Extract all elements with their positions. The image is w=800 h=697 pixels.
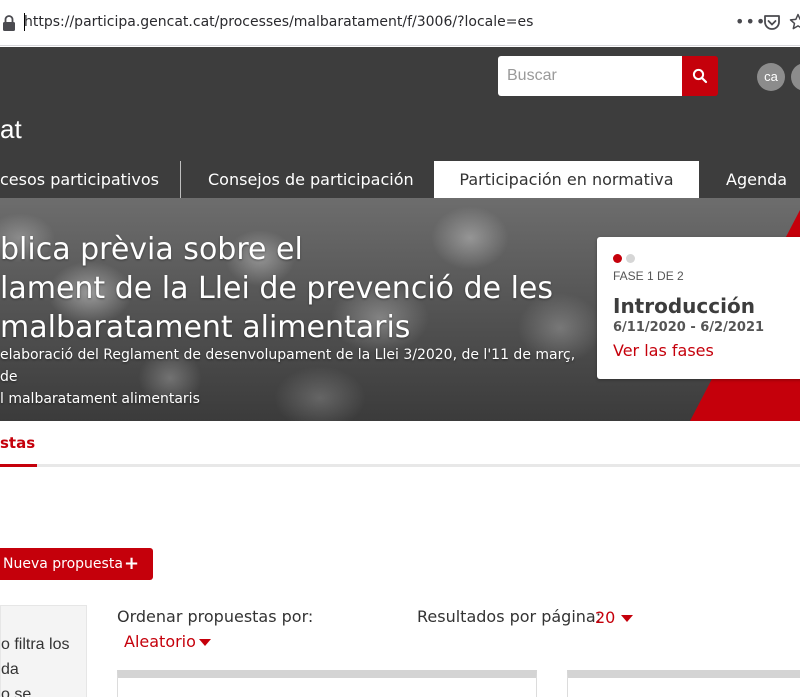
bookmark-star-icon[interactable] — [789, 13, 800, 31]
nav-item-agenda[interactable]: Agenda — [726, 161, 787, 198]
page-actions-icon[interactable]: ••• — [735, 12, 766, 31]
phase-counter: FASE 1 DE 2 — [613, 269, 684, 283]
phase-name: Introducción — [613, 294, 755, 318]
filter-help-text: o filtra los da o se — [1, 636, 70, 697]
nav-item-processes[interactable]: cesos participativos — [0, 161, 159, 198]
proposal-card[interactable] — [117, 670, 537, 697]
site-brand[interactable]: at — [0, 114, 22, 145]
per-page-select[interactable]: 20 — [595, 608, 615, 627]
main-nav: cesos participativos Consejos de partici… — [0, 161, 800, 198]
address-field[interactable]: https://participa.gencat.cat/processes/m… — [24, 14, 533, 30]
tab-proposals[interactable]: stas — [0, 434, 37, 467]
pocket-icon[interactable] — [763, 14, 781, 31]
per-page-label: Resultados por página: — [417, 607, 602, 626]
nav-divider — [180, 161, 181, 198]
language-ca-button[interactable]: ca — [757, 63, 785, 91]
process-tabs: stas — [0, 421, 800, 467]
search-button[interactable] — [682, 56, 718, 96]
phase-dot-inactive — [626, 254, 635, 263]
order-select[interactable]: Aleatorio — [124, 632, 196, 651]
phase-dates: 6/11/2020 - 6/2/2021 — [613, 320, 765, 335]
new-proposal-button[interactable]: Nueva propuesta + — [0, 548, 153, 580]
order-label: Ordenar propuestas por: — [117, 607, 314, 626]
plus-icon: + — [124, 553, 140, 574]
page-title: blica prèvia sobre el lament de la Llei … — [0, 232, 553, 345]
phase-card: FASE 1 DE 2 Introducción 6/11/2020 - 6/2… — [597, 237, 800, 379]
phase-dot-active — [613, 254, 622, 263]
search-input[interactable] — [498, 56, 682, 96]
per-page-chevron-down-icon[interactable] — [621, 615, 633, 622]
lock-icon — [3, 15, 15, 31]
search-icon — [692, 68, 708, 84]
proposal-card[interactable] — [567, 670, 800, 697]
page-description: elaboració del Reglament de desenvolupam… — [0, 347, 576, 407]
view-phases-link[interactable]: Ver las fases — [613, 341, 714, 360]
browser-url-bar: https://participa.gencat.cat/processes/m… — [0, 0, 800, 46]
nav-item-regulations[interactable]: Participación en normativa — [434, 161, 699, 198]
filter-panel: o filtra los da o se — [0, 605, 87, 697]
nav-item-councils[interactable]: Consejos de participación — [208, 161, 414, 198]
new-proposal-label: Nueva propuesta — [3, 556, 123, 572]
order-chevron-down-icon[interactable] — [199, 639, 211, 646]
